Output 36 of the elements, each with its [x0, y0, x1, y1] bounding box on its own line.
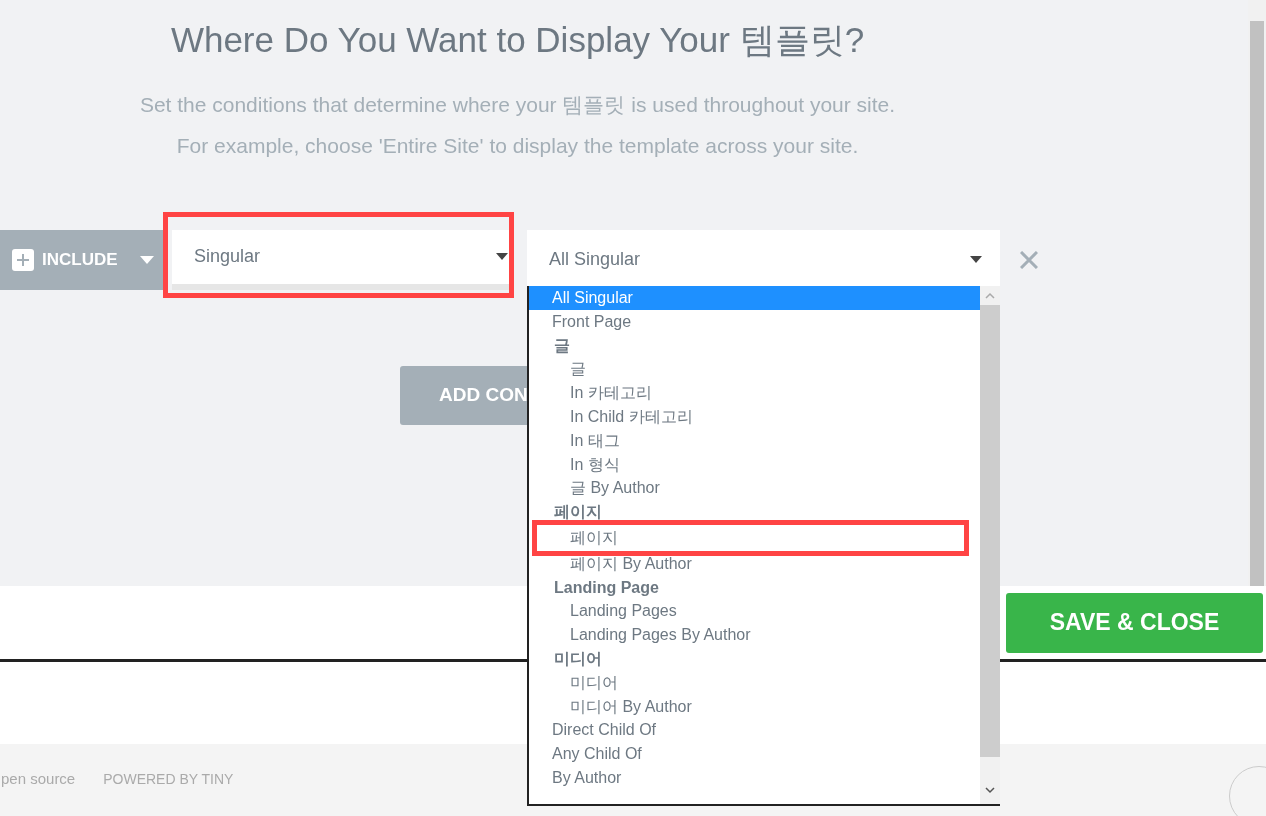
- caret-icon: [970, 256, 982, 263]
- save-close-button[interactable]: SAVE & CLOSE: [1006, 592, 1263, 653]
- powered-by-text: POWERED BY TINY: [103, 769, 234, 789]
- dropdown-option[interactable]: In 형식: [529, 452, 980, 477]
- page-title: Where Do You Want to Display Your 템플릿?: [170, 19, 865, 61]
- option-group-label: Landing Page: [553, 577, 660, 598]
- plus-icon: [12, 248, 34, 271]
- dropdown-option[interactable]: By Author: [529, 765, 980, 790]
- dropdown-option[interactable]: 글: [529, 357, 980, 382]
- option-group-label: 페이지: [553, 502, 603, 523]
- option-group-label: 글: [553, 335, 571, 356]
- dropdown-option[interactable]: Landing Pages: [529, 599, 980, 624]
- subtitle-text: For example, choose 'Entire Site' to display the template across your site.: [176, 133, 859, 159]
- scroll-up-icon[interactable]: [985, 292, 995, 299]
- scroll-down-icon[interactable]: [985, 787, 995, 794]
- dropdown-option[interactable]: 페이지: [529, 525, 980, 550]
- dropdown-option[interactable]: 미디어 By Author: [529, 694, 980, 719]
- dropdown-option[interactable]: 페이지 By Author: [529, 551, 980, 576]
- caret-icon: [139, 255, 154, 264]
- option-group-label: 미디어: [553, 648, 603, 669]
- select-field[interactable]: Singular: [172, 229, 512, 290]
- subtitle-text: Set the conditions that determine where your 템플릿 is used throughout your site.: [139, 91, 896, 118]
- dropdown-option[interactable]: Front Page: [529, 309, 980, 334]
- dropdown-option[interactable]: 미디어: [529, 670, 980, 695]
- scrollbar[interactable]: [980, 286, 1000, 804]
- dropdown-option[interactable]: All Singular: [529, 286, 980, 310]
- dropdown-option[interactable]: Landing Pages By Author: [529, 623, 980, 647]
- dropdown-option[interactable]: In Child 카테고리: [529, 405, 980, 429]
- dropdown-option[interactable]: In 태그: [529, 428, 980, 453]
- dropdown-option[interactable]: Direct Child Of: [529, 718, 980, 743]
- dropdown-option[interactable]: Any Child Of: [529, 742, 980, 766]
- dropdown-option[interactable]: 글 By Author: [529, 476, 980, 501]
- footer-text: pen source: [1, 768, 76, 789]
- close-icon[interactable]: [1020, 250, 1038, 269]
- dropdown-option[interactable]: In 카테고리: [529, 381, 980, 405]
- caret-icon: [496, 253, 508, 260]
